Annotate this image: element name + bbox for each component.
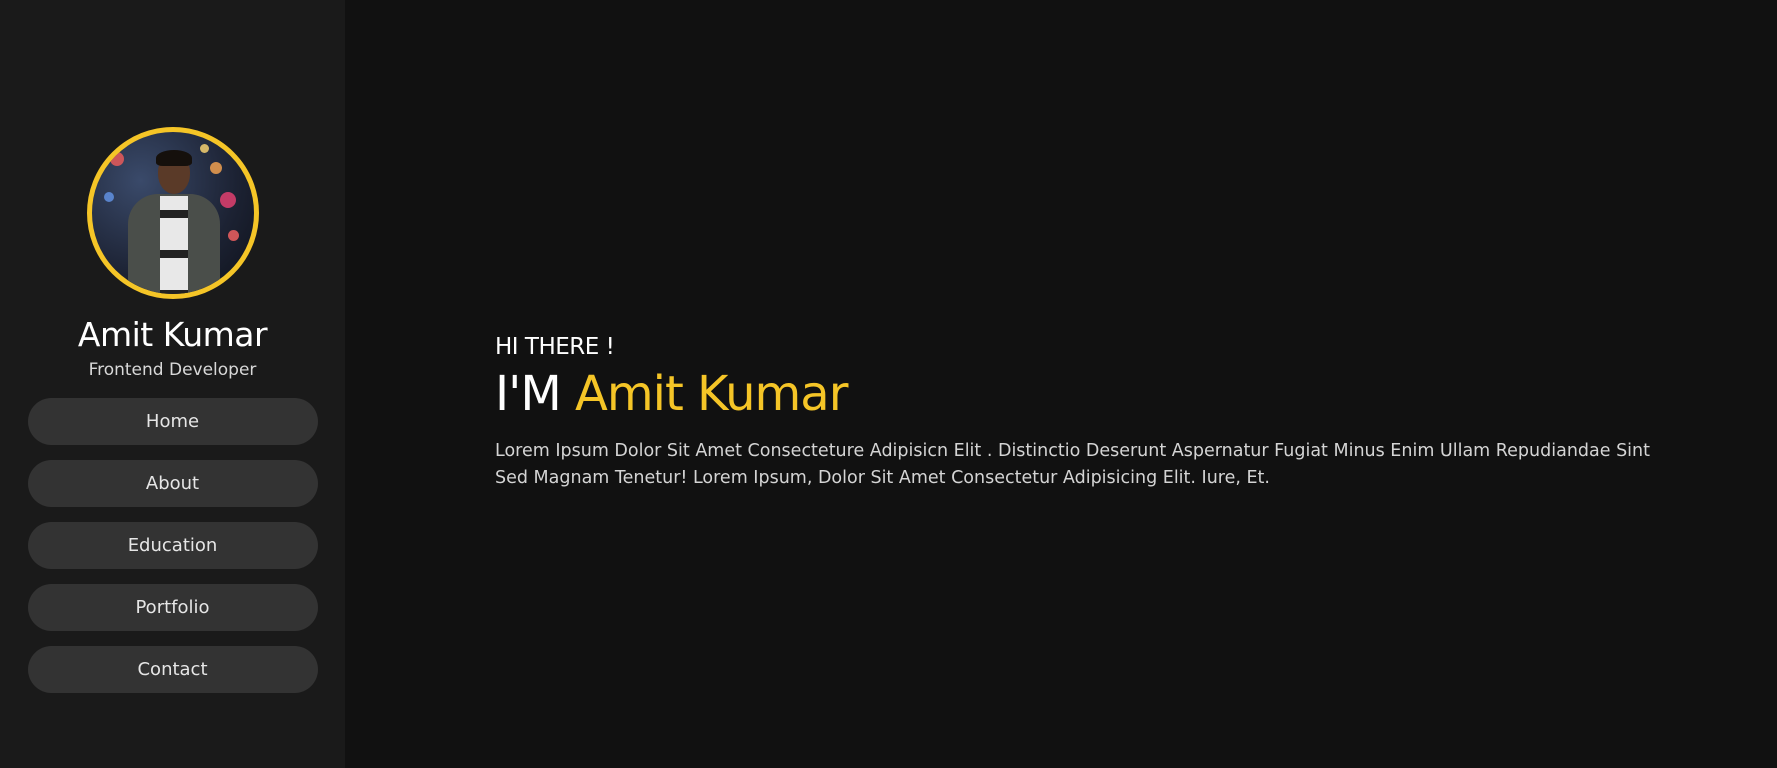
hero-intro: Lorem Ipsum Dolor Sit Amet Consecteture … [495, 441, 1650, 488]
sidebar-nav: Home About Education Portfolio Contact [27, 398, 318, 693]
person-shirt [159, 196, 188, 294]
bokeh-light [227, 230, 239, 241]
headline-name: Amit Kumar [575, 366, 848, 422]
bokeh-light [209, 162, 222, 174]
page: Amit Kumar Frontend Developer Home About… [0, 0, 1777, 768]
nav-home-button[interactable]: Home [27, 398, 318, 445]
profile-name: Amit Kumar [77, 315, 268, 354]
nav-education-button[interactable]: Education [27, 522, 318, 569]
headline-prefix: I'M [495, 366, 562, 422]
bokeh-light [103, 192, 114, 202]
main-content: HI THERE ! I'M Amit Kumar Lorem Ipsum Do… [345, 0, 1777, 768]
bokeh-light [199, 144, 209, 153]
bokeh-light [109, 152, 124, 166]
profile-role: Frontend Developer [88, 360, 257, 380]
hero-section: HI THERE ! I'M Amit Kumar Lorem Ipsum Do… [495, 334, 1675, 510]
bokeh-light [219, 192, 236, 208]
person-hair [155, 150, 192, 166]
hero-greeting: HI THERE ! [495, 334, 615, 360]
nav-portfolio-button[interactable]: Portfolio [27, 584, 318, 631]
nav-about-button[interactable]: About [27, 460, 318, 507]
hero-headline: I'M Amit Kumar [495, 364, 1675, 424]
nav-contact-button[interactable]: Contact [27, 646, 318, 693]
sidebar: Amit Kumar Frontend Developer Home About… [0, 0, 345, 768]
avatar [86, 127, 259, 299]
